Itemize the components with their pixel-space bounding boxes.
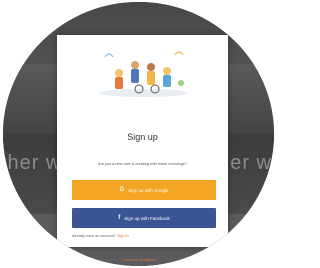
signin-link[interactable]: Sign in	[117, 234, 129, 238]
google-icon: G	[119, 187, 125, 193]
circular-frame: ther w ther w Sign up Are you a new user…	[3, 2, 274, 266]
facebook-signup-label: Sign up with Facebook	[124, 215, 170, 221]
google-signup-label: Sign up with Google	[128, 187, 169, 193]
google-signup-button[interactable]: G Sign up with Google	[72, 180, 216, 200]
people-illustration	[99, 51, 187, 97]
background-text-left: ther w	[3, 152, 62, 174]
terms-row: By signing up you agree to the terms & c…	[72, 258, 156, 262]
signin-prompt: Already have an account?	[72, 234, 116, 238]
signup-modal: Sign up Are you a new user & creating wi…	[57, 35, 228, 262]
signin-row: Already have an account? Sign in	[72, 234, 129, 238]
terms-link[interactable]: terms & conditions	[124, 258, 155, 262]
facebook-signup-button[interactable]: f Sign up with Facebook	[72, 208, 216, 228]
facebook-icon: f	[118, 215, 121, 221]
terms-text: By signing up you agree to the	[72, 258, 124, 262]
modal-subtitle: Are you a new user & creating with home …	[98, 162, 187, 166]
modal-title: Sign up	[127, 132, 158, 142]
